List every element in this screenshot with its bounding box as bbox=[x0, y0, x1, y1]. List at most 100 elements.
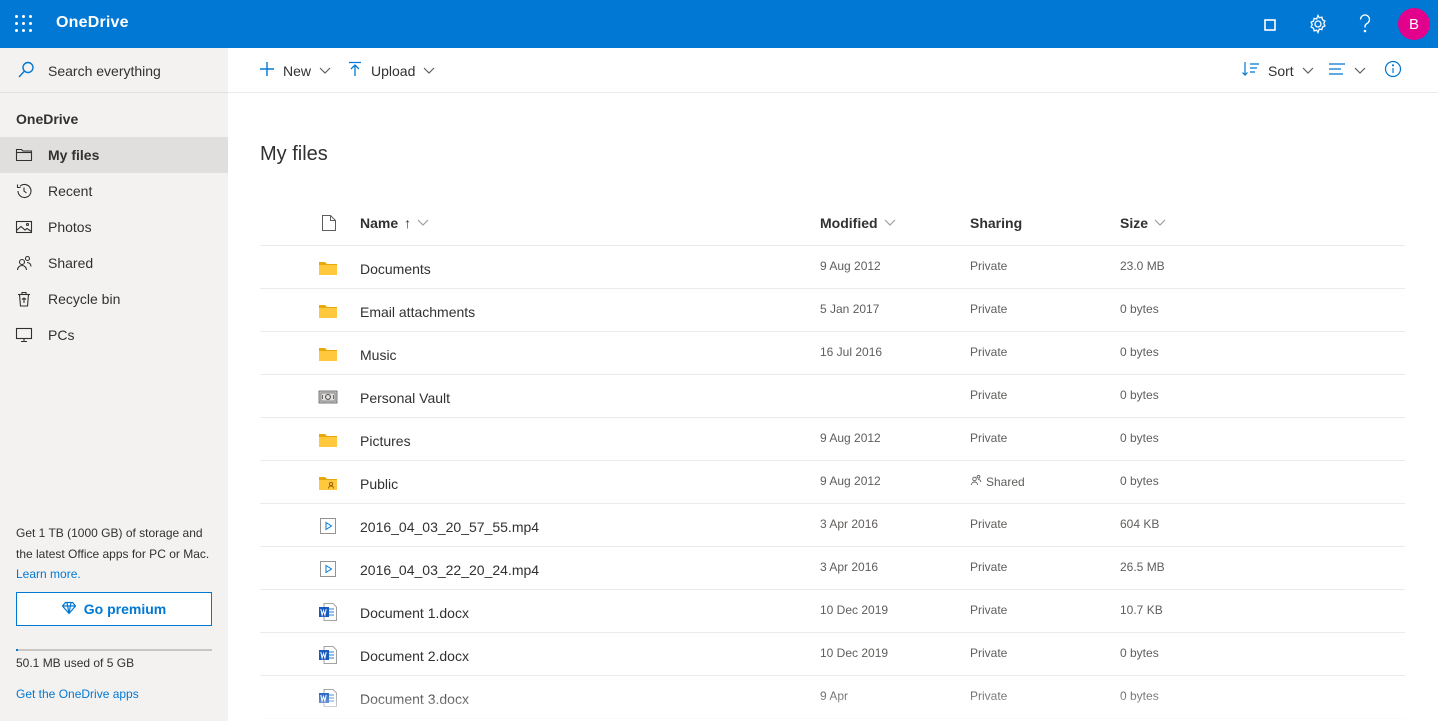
sharing-status: Private bbox=[970, 259, 1008, 273]
file-name[interactable]: Document 1.docx bbox=[360, 605, 469, 621]
chevron-down-icon bbox=[1154, 215, 1166, 231]
file-name[interactable]: Pictures bbox=[360, 433, 411, 449]
people-icon bbox=[15, 254, 33, 272]
upload-label: Upload bbox=[371, 62, 416, 79]
diamond-icon bbox=[61, 601, 77, 618]
folder-icon bbox=[318, 344, 338, 364]
top-bar: OneDrive B bbox=[0, 0, 1438, 48]
file-row-music[interactable]: Music 16 Jul 2016 Private 0 bytes bbox=[260, 332, 1405, 375]
chevron-down-icon bbox=[884, 215, 896, 231]
sidebar-item-label: Recycle bin bbox=[48, 291, 121, 307]
sort-icon bbox=[1242, 61, 1260, 80]
storage-quota-fill bbox=[16, 649, 18, 651]
sharing-status: Private bbox=[970, 646, 1008, 660]
file-row-documents[interactable]: Documents 9 Aug 2012 Private 23.0 MB bbox=[260, 246, 1405, 289]
sharing-status: Private bbox=[970, 345, 1008, 359]
file-name[interactable]: Public bbox=[360, 476, 398, 492]
sidebar-item-pcs[interactable]: PCs bbox=[0, 317, 228, 353]
square-icon[interactable] bbox=[1258, 12, 1282, 36]
file-row-document-3-docx[interactable]: Document 3.docx 9 Apr Private 0 bytes bbox=[260, 676, 1405, 719]
page-title: My files bbox=[260, 143, 328, 165]
file-name[interactable]: Document 2.docx bbox=[360, 648, 469, 664]
storage-promo: Get 1 TB (1000 GB) of storage and the la… bbox=[16, 523, 216, 585]
name-column-header[interactable]: Name ↑ bbox=[360, 215, 429, 231]
file-size: 0 bytes bbox=[1120, 302, 1159, 316]
sort-ascending-indicator: ↑ bbox=[404, 215, 412, 231]
sort-button[interactable]: Sort bbox=[1242, 48, 1314, 93]
photo-icon bbox=[15, 218, 33, 236]
sidebar-item-my-files[interactable]: My files bbox=[0, 137, 228, 173]
file-row-2016-04-03-22-20-24-mp4[interactable]: 2016_04_03_22_20_24.mp4 3 Apr 2016 Private… bbox=[260, 547, 1405, 590]
history-icon bbox=[15, 182, 33, 200]
search-box[interactable]: Search everything bbox=[0, 48, 228, 93]
folder-icon bbox=[318, 301, 338, 321]
file-row-email-attachments[interactable]: Email attachments 5 Jan 2017 Private 0 byte… bbox=[260, 289, 1405, 332]
file-name[interactable]: 2016_04_03_22_20_24.mp4 bbox=[360, 562, 539, 578]
word-document-icon bbox=[318, 602, 338, 622]
sidebar-item-label: Recent bbox=[48, 183, 93, 199]
sharing-status: Private bbox=[970, 517, 1008, 531]
file-name[interactable]: 2016_04_03_20_57_55.mp4 bbox=[360, 519, 539, 535]
file-size: 0 bytes bbox=[1120, 431, 1159, 445]
upload-button[interactable]: Upload bbox=[347, 48, 435, 93]
file-type-column-header[interactable] bbox=[321, 214, 337, 235]
nav-list: My files Recent Photos Shared Recycle bi… bbox=[0, 137, 228, 353]
file-size: 604 KB bbox=[1120, 517, 1160, 531]
chevron-down-icon bbox=[1302, 63, 1314, 79]
help-icon[interactable] bbox=[1353, 12, 1377, 36]
go-premium-label: Go premium bbox=[83, 601, 167, 617]
file-row-2016-04-03-20-57-55-mp4[interactable]: 2016_04_03_20_57_55.mp4 3 Apr 2016 Private… bbox=[260, 504, 1405, 547]
file-name[interactable]: Document 3.docx bbox=[360, 691, 469, 707]
go-premium-button[interactable]: Go premium bbox=[16, 592, 212, 626]
file-name[interactable]: Documents bbox=[360, 261, 431, 277]
sidebar-item-recycle-bin[interactable]: Recycle bin bbox=[0, 281, 228, 317]
gear-icon[interactable] bbox=[1306, 12, 1330, 36]
file-name[interactable]: Personal Vault bbox=[360, 390, 450, 406]
search-label: Search everything bbox=[48, 63, 161, 79]
sidebar-item-photos[interactable]: Photos bbox=[0, 209, 228, 245]
vault-icon bbox=[318, 387, 338, 407]
file-row-document-2-docx[interactable]: Document 2.docx 10 Dec 2019 Private 0 bytes bbox=[260, 633, 1405, 676]
file-row-public[interactable]: Public 9 Aug 2012 Shared 0 bytes bbox=[260, 461, 1405, 504]
upload-icon bbox=[347, 61, 363, 80]
sort-label: Sort bbox=[1268, 62, 1294, 79]
learn-more-link[interactable]: Learn more. bbox=[16, 567, 81, 581]
sharing-column-header[interactable]: Sharing bbox=[970, 215, 1022, 231]
folder-icon bbox=[318, 430, 338, 450]
file-size: 0 bytes bbox=[1120, 646, 1159, 660]
modified-column-header[interactable]: Modified bbox=[820, 215, 896, 231]
monitor-icon bbox=[15, 326, 33, 344]
modified-date: 10 Dec 2019 bbox=[820, 646, 889, 660]
promo-text: Get 1 TB (1000 GB) of storage and the la… bbox=[16, 526, 210, 561]
folder-icon bbox=[318, 258, 338, 278]
file-row-personal-vault[interactable]: Personal Vault Private 0 bytes bbox=[260, 375, 1405, 418]
chevron-down-icon bbox=[1354, 63, 1366, 79]
new-button[interactable]: New bbox=[259, 48, 331, 93]
word-document-icon bbox=[318, 688, 338, 708]
file-name[interactable]: Email attachments bbox=[360, 304, 475, 320]
modified-date: 9 Aug 2012 bbox=[820, 431, 881, 445]
size-column-header[interactable]: Size bbox=[1120, 215, 1166, 231]
folder-icon bbox=[15, 146, 33, 164]
command-bar: New Upload Sort bbox=[228, 48, 1438, 93]
avatar[interactable]: B bbox=[1398, 8, 1430, 40]
file-row-pictures[interactable]: Pictures 9 Aug 2012 Private 0 bytes bbox=[260, 418, 1405, 461]
get-apps-link[interactable]: Get the OneDrive apps bbox=[16, 687, 139, 701]
sidebar-item-shared[interactable]: Shared bbox=[0, 245, 228, 281]
people-icon bbox=[970, 474, 982, 489]
modified-date: 3 Apr 2016 bbox=[820, 517, 879, 531]
sidebar-item-recent[interactable]: Recent bbox=[0, 173, 228, 209]
file-name[interactable]: Music bbox=[360, 347, 397, 363]
file-size: 0 bytes bbox=[1120, 474, 1159, 488]
file-row-document-1-docx[interactable]: Document 1.docx 10 Dec 2019 Private 10.7 KB bbox=[260, 590, 1405, 633]
app-launcher-icon[interactable] bbox=[12, 12, 36, 36]
sharing-status: Private bbox=[970, 689, 1008, 703]
app-title[interactable]: OneDrive bbox=[56, 14, 129, 32]
modified-date: 9 Apr bbox=[820, 689, 849, 703]
file-size: 0 bytes bbox=[1120, 388, 1159, 402]
file-list-header: Name ↑ Modified Sharing Size bbox=[260, 200, 1405, 246]
file-size: 0 bytes bbox=[1120, 689, 1159, 703]
storage-quota-text[interactable]: 50.1 MB used of 5 GB bbox=[16, 656, 134, 670]
view-options-button[interactable] bbox=[1328, 48, 1366, 93]
info-button[interactable] bbox=[1384, 48, 1402, 93]
